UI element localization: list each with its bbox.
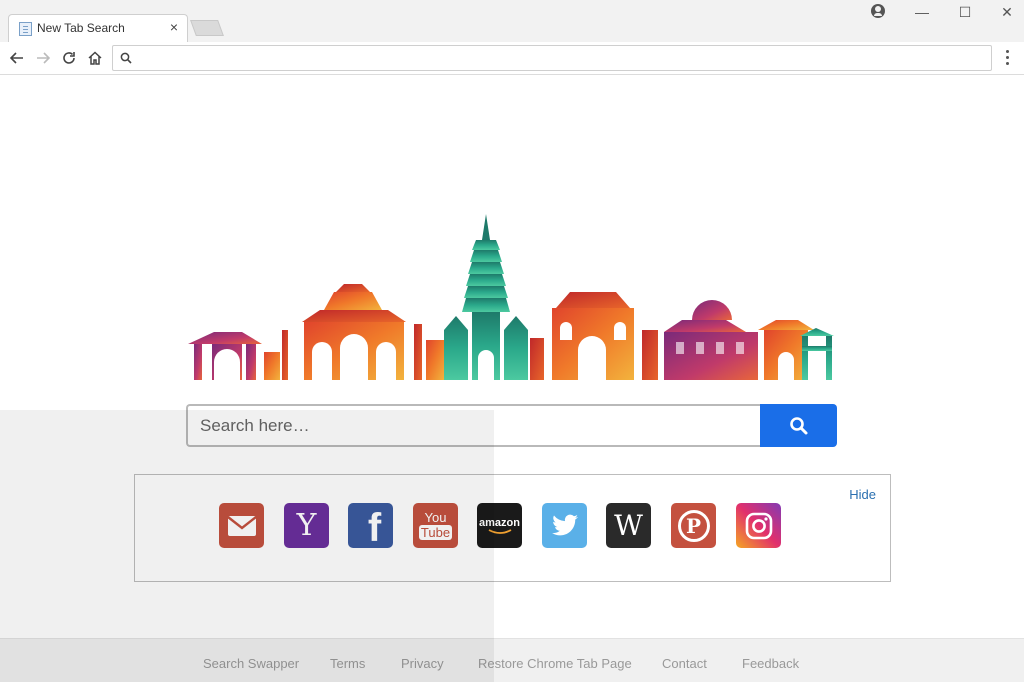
close-window-icon[interactable]: ✕ xyxy=(995,2,1019,22)
amazon-icon[interactable]: amazon xyxy=(477,503,522,548)
instagram-icon[interactable] xyxy=(736,503,781,548)
footer-link-restore-chrome-tab-page[interactable]: Restore Chrome Tab Page xyxy=(478,656,632,671)
profile-icon[interactable] xyxy=(871,4,885,18)
back-arrow-icon[interactable] xyxy=(6,47,28,69)
wikipedia-icon[interactable]: W xyxy=(606,503,651,548)
youtube-icon[interactable]: You Tube xyxy=(413,503,458,548)
footer-link-feedback[interactable]: Feedback xyxy=(742,656,799,671)
forward-arrow-icon[interactable] xyxy=(32,47,54,69)
search-input[interactable] xyxy=(186,404,761,447)
tab-title: New Tab Search xyxy=(37,21,125,35)
page-favicon-icon xyxy=(19,22,32,36)
tab-close-icon[interactable]: × xyxy=(170,19,178,35)
reload-icon[interactable] xyxy=(58,47,80,69)
tab-new-tab-search[interactable]: New Tab Search × xyxy=(8,14,188,42)
hide-link[interactable]: Hide xyxy=(849,487,876,502)
pinterest-icon[interactable]: P xyxy=(671,503,716,548)
search-bar xyxy=(186,404,837,447)
footer-link-privacy[interactable]: Privacy xyxy=(401,656,444,671)
quick-links-panel: Hide Y f You Tube amazon W P xyxy=(134,474,891,582)
mail-icon[interactable] xyxy=(219,503,264,548)
facebook-icon[interactable]: f xyxy=(348,503,393,548)
home-icon[interactable] xyxy=(84,47,106,69)
new-tab-page: Hide Y f You Tube amazon W P xyxy=(0,76,1024,682)
minimize-icon[interactable]: — xyxy=(910,2,934,22)
footer-link-search-swapper[interactable]: Search Swapper xyxy=(203,656,299,671)
search-icon xyxy=(120,51,132,69)
menu-dots-icon[interactable] xyxy=(1006,50,1010,66)
yahoo-icon[interactable]: Y xyxy=(284,503,329,548)
footer-link-terms[interactable]: Terms xyxy=(330,656,365,671)
search-icon xyxy=(789,416,807,434)
address-bar[interactable] xyxy=(112,45,992,71)
city-skyline-illustration xyxy=(188,214,834,380)
tab-strip: New Tab Search × — ☐ ✕ xyxy=(0,0,1024,42)
new-tab-button[interactable] xyxy=(190,20,224,36)
address-input[interactable] xyxy=(139,48,979,68)
browser-toolbar xyxy=(0,42,1024,75)
maximize-icon[interactable]: ☐ xyxy=(953,2,977,22)
footer-link-contact[interactable]: Contact xyxy=(662,656,707,671)
page-footer: Search Swapper Terms Privacy Restore Chr… xyxy=(0,638,1024,682)
twitter-icon[interactable] xyxy=(542,503,587,548)
search-button[interactable] xyxy=(760,404,837,447)
